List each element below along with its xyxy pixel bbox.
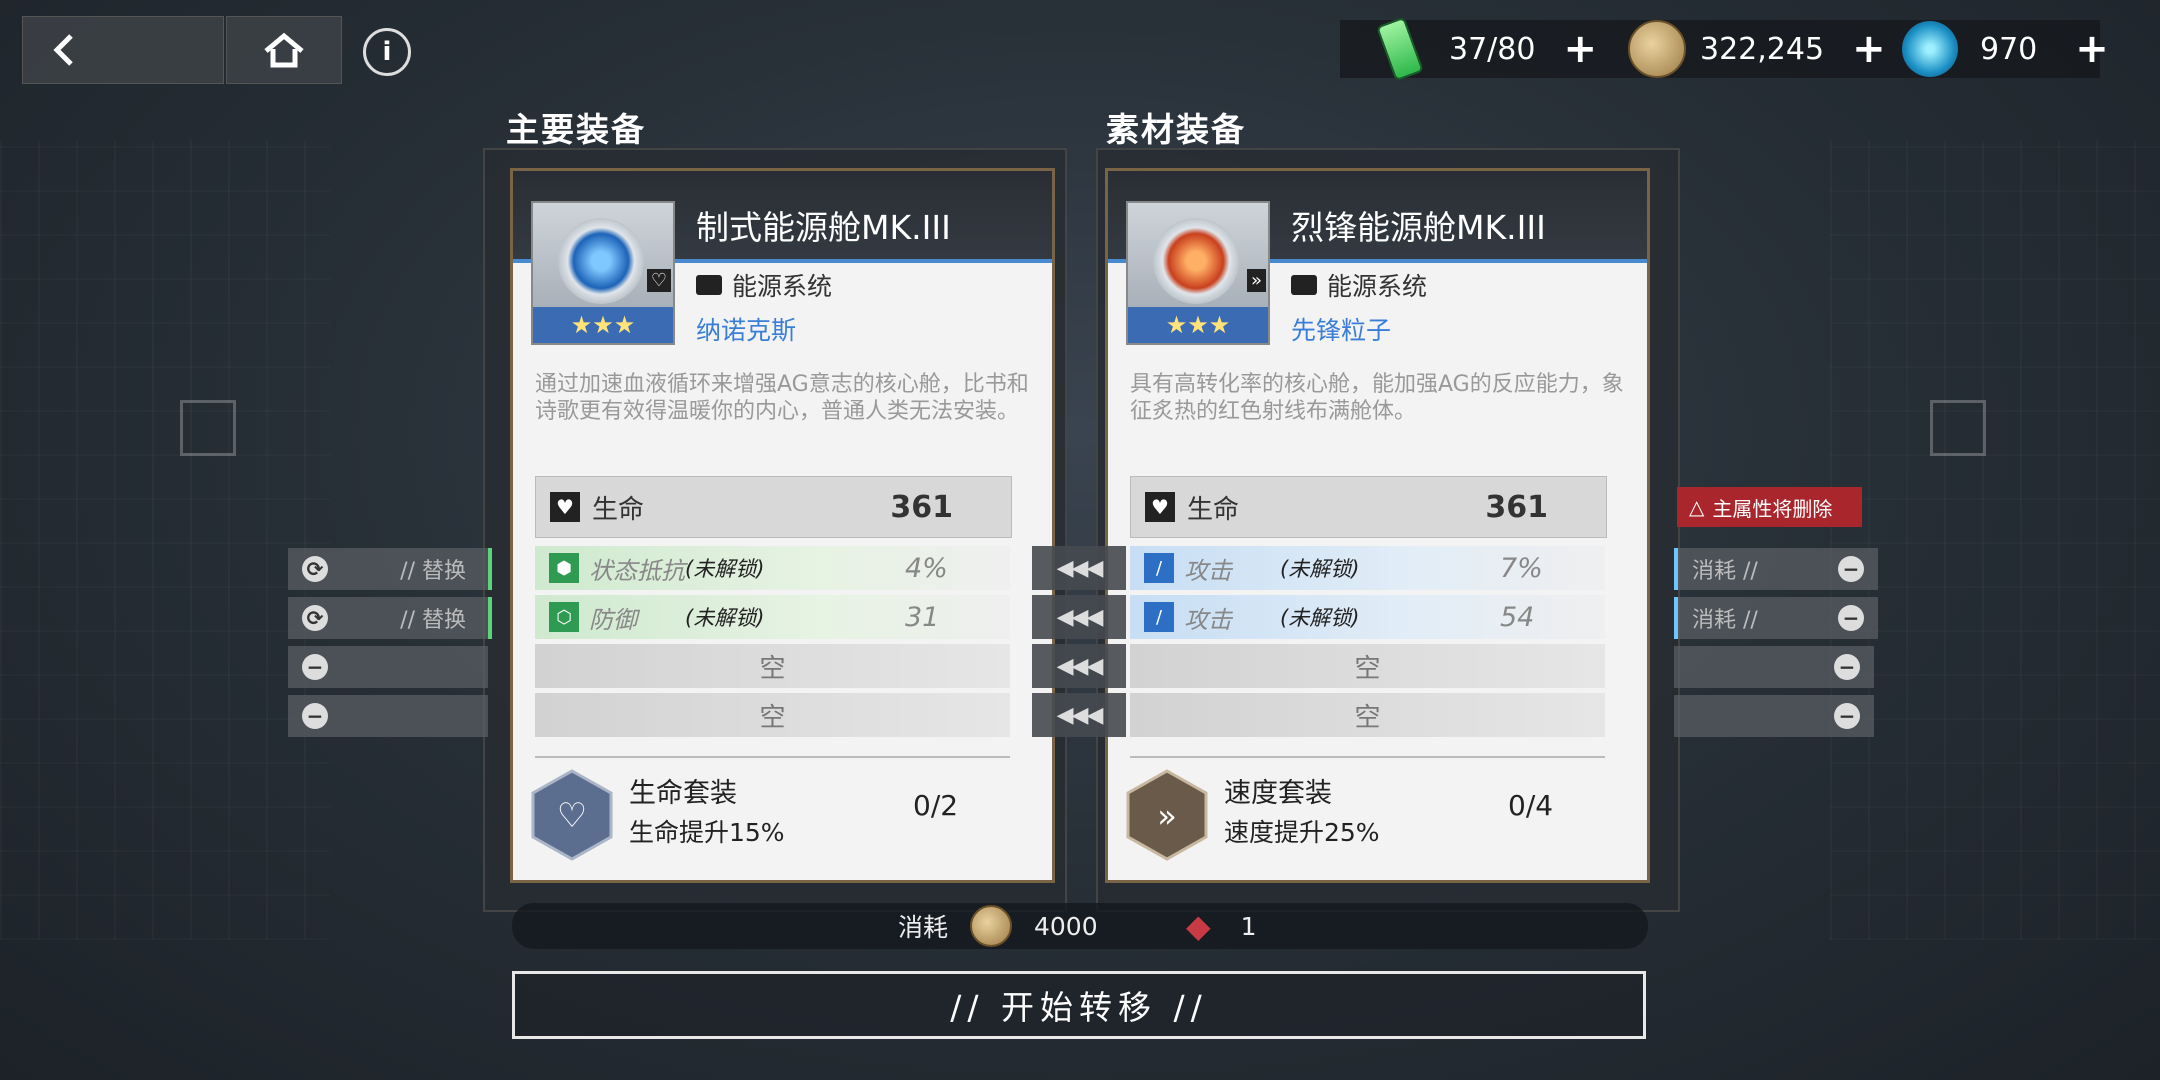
- transfer-arrow-1[interactable]: ◀◀◀: [1032, 546, 1126, 590]
- system-icon: [696, 275, 722, 295]
- home-button[interactable]: [226, 16, 342, 84]
- sub-stat-row: ⬡ 防御 (未解锁) 31: [535, 595, 1010, 639]
- replace-icon: ⟳: [302, 556, 328, 582]
- heart-icon: ♥: [1145, 492, 1175, 522]
- system-type: 能源系统: [1291, 267, 1427, 303]
- equipment-description: 具有高转化率的核心舱，能加强AG的反应能力，象征炙热的红色射线布满舱体。: [1130, 372, 1624, 424]
- info-button[interactable]: i: [363, 28, 411, 76]
- cost-label: 消耗: [898, 913, 949, 942]
- empty-stat-slot: 空: [1130, 644, 1605, 688]
- material-item-icon: ◆: [1186, 907, 1211, 945]
- system-icon: [1291, 275, 1317, 295]
- back-button[interactable]: [22, 16, 224, 84]
- resource-coins: 322,245 +: [1628, 20, 1886, 78]
- chevron-left-icon: [53, 34, 73, 66]
- empty-slot-right-3[interactable]: −: [1674, 646, 1874, 688]
- heart-badge-icon: ♡: [646, 269, 671, 292]
- cost-items: ◆ 1: [1186, 907, 1257, 945]
- start-transfer-button[interactable]: // 开始转移 //: [512, 971, 1646, 1039]
- speed-badge-icon: »: [1246, 269, 1266, 292]
- set-description: 速度提升25%: [1224, 818, 1380, 847]
- minus-icon: −: [1838, 556, 1864, 582]
- main-equipment-title: 主要装备: [506, 110, 646, 149]
- attack-icon: /: [1144, 602, 1174, 632]
- energy-core-icon: [558, 218, 644, 304]
- main-equipment-card: 制式能源舱MK.III ♡ ★★★ 能源系统 纳诺克斯 通过加速血液循环来增强A…: [510, 168, 1055, 883]
- minus-icon: −: [1838, 605, 1864, 631]
- manufacturer: 纳诺克斯: [696, 316, 797, 345]
- sub-stat-row: / 攻击 (未解锁) 7%: [1130, 546, 1605, 590]
- consume-slot-2[interactable]: 消耗 // −: [1674, 597, 1878, 639]
- add-coins-button[interactable]: +: [1852, 26, 1886, 72]
- attack-icon: /: [1144, 553, 1174, 583]
- material-equipment-title: 素材装备: [1106, 110, 1246, 149]
- replace-slot-1[interactable]: ⟳ // 替换: [288, 548, 492, 590]
- energy-core-icon: [1153, 218, 1239, 304]
- background-circuit-right: [1830, 140, 2160, 940]
- minus-icon: −: [302, 654, 328, 680]
- resource-energy: 37/80 +: [1375, 16, 1597, 82]
- coin-icon: [1628, 20, 1686, 78]
- defense-icon: ⬡: [549, 602, 579, 632]
- main-stat-delete-warning: △ 主属性将删除: [1677, 487, 1862, 527]
- equipment-name: 制式能源舱MK.III: [696, 208, 951, 247]
- speed-set-icon: »: [1126, 769, 1208, 861]
- set-description: 生命提升15%: [629, 818, 785, 847]
- transfer-arrow-4[interactable]: ◀◀◀: [1032, 693, 1126, 737]
- main-stat: ♥ 生命 361: [1130, 476, 1607, 538]
- empty-stat-slot: 空: [535, 693, 1010, 737]
- equipment-thumbnail[interactable]: ♡ ★★★: [531, 201, 675, 345]
- equipment-thumbnail[interactable]: » ★★★: [1126, 201, 1270, 345]
- life-set-icon: ♡: [531, 769, 613, 861]
- set-count: 0/2: [913, 789, 959, 822]
- replace-icon: ⟳: [302, 605, 328, 631]
- transfer-arrow-2[interactable]: ◀◀◀: [1032, 595, 1126, 639]
- add-crystal-button[interactable]: +: [2075, 26, 2109, 72]
- empty-stat-slot: 空: [535, 644, 1010, 688]
- set-count: 0/4: [1508, 789, 1554, 822]
- svg-text:♡: ♡: [557, 796, 587, 836]
- background-decoration: [1930, 400, 1986, 456]
- set-name: 速度套装: [1224, 778, 1332, 809]
- minus-icon: −: [1834, 654, 1860, 680]
- info-icon: i: [382, 37, 392, 67]
- warning-icon: △: [1689, 495, 1705, 519]
- equipment-name: 烈锋能源舱MK.III: [1291, 208, 1546, 247]
- minus-icon: −: [1834, 703, 1860, 729]
- replace-slot-2[interactable]: ⟳ // 替换: [288, 597, 492, 639]
- resource-crystal: 970 +: [1902, 20, 2109, 78]
- equipment-description: 通过加速血液循环来增强AG意志的核心舱，比书和诗歌更有效得温暖你的内心，普通人类…: [535, 372, 1029, 424]
- crystal-icon: [1902, 21, 1958, 77]
- divider: [535, 756, 1010, 758]
- add-energy-button[interactable]: +: [1563, 26, 1597, 72]
- empty-slot-right-4[interactable]: −: [1674, 695, 1874, 737]
- rarity-stars: ★★★: [533, 307, 673, 343]
- heart-icon: ♥: [550, 492, 580, 522]
- sub-stat-row: / 攻击 (未解锁) 54: [1130, 595, 1605, 639]
- background-circuit-left: [0, 140, 330, 940]
- divider: [1130, 756, 1605, 758]
- minus-icon: −: [302, 703, 328, 729]
- empty-slot-left-3[interactable]: −: [288, 646, 488, 688]
- rarity-stars: ★★★: [1128, 307, 1268, 343]
- system-type: 能源系统: [696, 267, 832, 303]
- empty-slot-left-4[interactable]: −: [288, 695, 488, 737]
- svg-text:»: »: [1157, 797, 1177, 835]
- transfer-arrow-3[interactable]: ◀◀◀: [1032, 644, 1126, 688]
- home-icon: [264, 32, 304, 68]
- status-resist-icon: ⬢: [549, 553, 579, 583]
- main-stat: ♥ 生命 361: [535, 476, 1012, 538]
- empty-stat-slot: 空: [1130, 693, 1605, 737]
- material-equipment-card: 烈锋能源舱MK.III » ★★★ 能源系统 先锋粒子 具有高转化率的核心舱，能…: [1105, 168, 1650, 883]
- background-decoration: [180, 400, 236, 456]
- coin-icon: [970, 905, 1012, 947]
- cost-coins: 4000: [970, 903, 1098, 949]
- consume-slot-1[interactable]: 消耗 // −: [1674, 548, 1878, 590]
- set-name: 生命套装: [629, 778, 737, 809]
- manufacturer: 先锋粒子: [1291, 316, 1392, 345]
- sub-stat-row: ⬢ 状态抵抗 (未解锁) 4%: [535, 546, 1010, 590]
